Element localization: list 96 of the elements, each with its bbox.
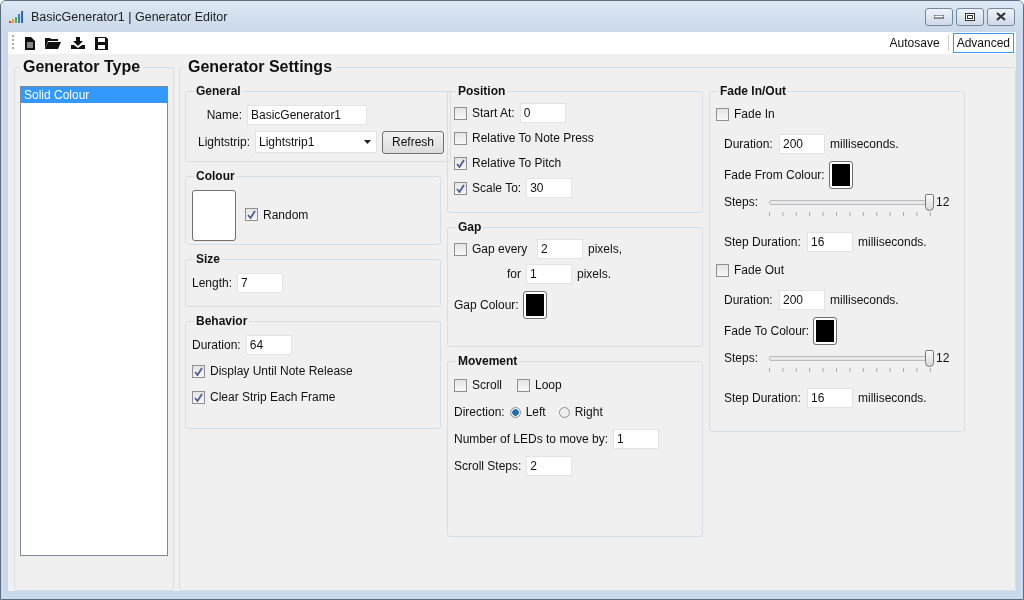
checkbox-label: Scale To: [472,181,522,195]
duration-field[interactable]: 200 [779,290,825,310]
checkbox-label: Fade Out [734,263,785,277]
checkbox[interactable] [454,378,467,392]
unit-label: milliseconds. [830,137,899,151]
checkbox-label: Fade In [734,107,775,121]
step-duration-field[interactable]: 16 [807,388,853,408]
minimize-icon [934,14,944,19]
group-title: Generator Type [22,58,142,76]
number-field[interactable]: 2 [526,456,573,476]
lightstrip-dropdown[interactable]: Lightstrip1 [255,131,377,153]
number-field[interactable]: 30 [526,178,573,198]
toolbar-button[interactable]: Autosave [885,33,944,53]
number-field[interactable]: 1 [613,429,660,449]
refresh-button[interactable]: Refresh [382,130,445,154]
checkbox[interactable] [454,242,467,256]
field-label: Step Duration: [724,391,802,405]
maximize-button[interactable] [956,7,984,26]
checkbox-label: Loop [535,378,562,392]
field-label: Fade From Colour: [724,168,825,182]
field-label: Duration: [192,338,241,352]
radio-label: Left [525,405,546,419]
number-field[interactable]: 2 [537,239,583,259]
checkbox[interactable] [192,390,205,404]
checkbox-label: Clear Strip Each Frame [210,390,336,404]
group-title: Movement [457,354,519,368]
field-label: Duration: [724,293,774,307]
checkbox-label: Relative To Pitch [472,156,562,170]
checkbox[interactable] [454,156,467,170]
checkbox[interactable] [454,181,467,195]
checkbox[interactable] [245,208,258,221]
field-label: Steps: [724,351,760,365]
field-label: Length: [192,276,233,290]
group-title: General [195,84,242,98]
unit-label: pixels. [577,267,611,281]
field-label: Step Duration: [724,235,802,249]
slider-thumb[interactable] [925,350,934,367]
checkbox-label: Relative To Note Press [472,131,594,145]
app-bars-icon [9,10,25,23]
group-title: Generator Settings [187,58,334,76]
checkbox-label: Display Until Note Release [210,364,353,378]
save-icon[interactable] [95,36,108,50]
checkbox-label: Gap every [472,242,529,256]
checkbox[interactable] [454,131,467,145]
toolbar-button[interactable]: Advanced [952,33,1014,53]
field-label: for [506,267,521,281]
field-label: Number of LEDs to move by: [454,432,609,446]
group-title: Behavior [195,314,249,328]
checkbox[interactable] [192,364,205,378]
dropdown-arrow-icon [364,140,371,144]
length-field[interactable]: 7 [237,273,284,293]
radio-button[interactable] [558,406,570,418]
folder-icon[interactable] [45,37,61,49]
close-icon [996,12,1006,21]
slider-value: 12 [936,351,950,365]
field-label: Direction: [454,405,505,419]
window-title: BasicGenerator1 | Generator Editor [31,9,228,24]
duration-field[interactable]: 64 [245,335,292,355]
field-label: Gap Colour: [454,298,519,312]
field-label: Fade To Colour: [724,324,810,338]
checkbox-label: Start At: [472,106,515,120]
number-field[interactable]: 1 [526,264,572,284]
group-title: Gap [457,220,483,234]
checkbox-label: Scroll [472,378,502,392]
unit-label: pixels, [588,242,622,256]
unit-label: milliseconds. [858,235,927,249]
field-label: Steps: [724,195,760,209]
slider-thumb[interactable] [925,194,934,211]
checkbox-label: Random [263,207,309,222]
field-label: Lightstrip: [196,135,250,149]
radio-button[interactable] [509,406,521,418]
field-label: Duration: [724,137,774,151]
duration-field[interactable]: 200 [779,134,825,154]
new-file-icon[interactable] [25,36,35,50]
unit-label: milliseconds. [830,293,899,307]
slider-value: 12 [936,195,950,209]
unit-label: milliseconds. [858,391,927,405]
download-icon[interactable] [71,37,85,49]
toolbar-grip-icon [12,35,15,51]
checkbox[interactable] [716,263,729,277]
group-title: Fade In/Out [719,84,787,98]
close-button[interactable] [987,7,1015,26]
number-field[interactable]: 0 [519,103,566,123]
maximize-icon [965,12,975,21]
name-field[interactable]: BasicGenerator1 [247,105,367,125]
group-title: Colour [195,169,236,183]
field-label: Scroll Steps: [454,459,522,473]
group-title: Position [457,84,507,98]
checkbox[interactable] [517,378,530,392]
checkbox[interactable] [716,107,729,121]
radio-label: Right [574,405,603,419]
field-label: Name: [205,108,242,122]
step-duration-field[interactable]: 16 [807,232,853,252]
group-title: Size [195,252,221,266]
checkbox[interactable] [454,106,467,120]
colour-swatch[interactable] [192,190,236,241]
